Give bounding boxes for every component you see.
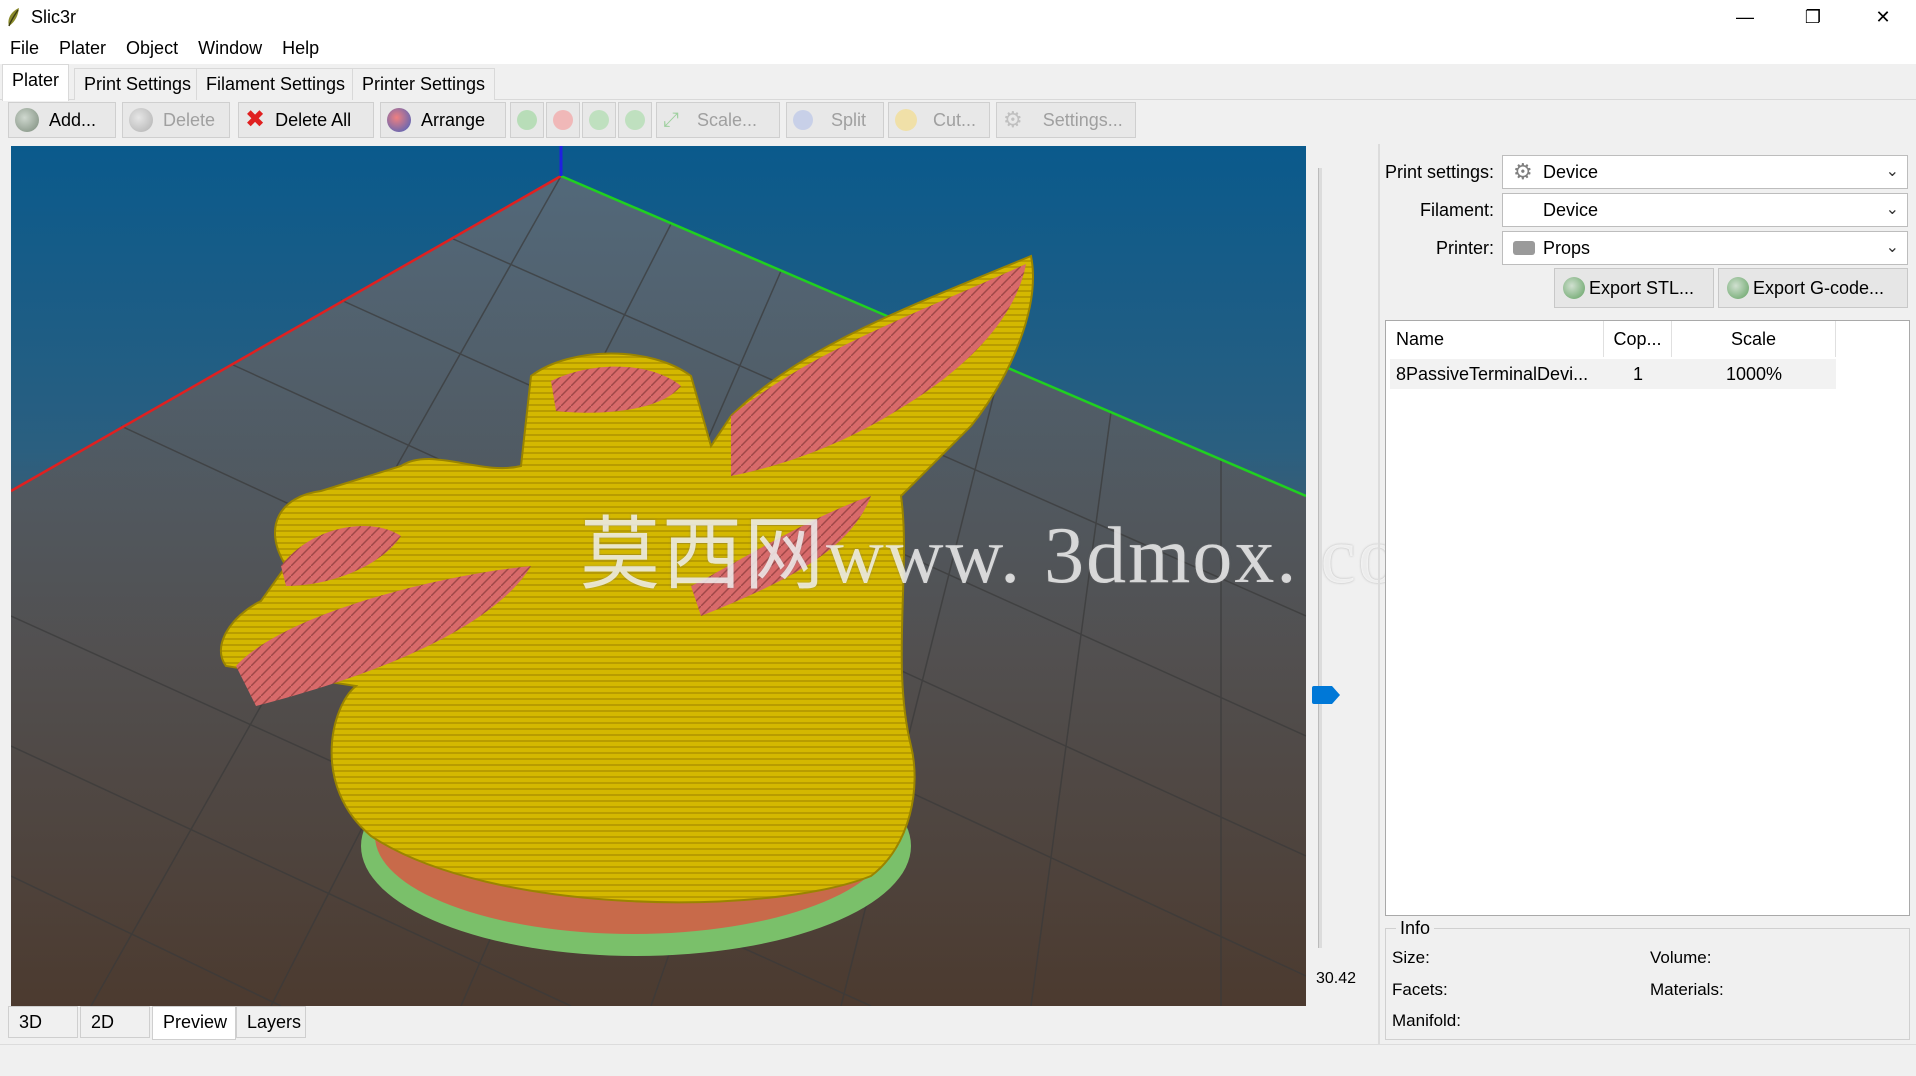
rotate-right-icon [625,110,645,130]
decrease-copies-button[interactable] [546,102,580,138]
rotate-left-button[interactable] [582,102,616,138]
tab-layers[interactable]: Layers [236,1006,306,1038]
rotate-right-button[interactable] [618,102,652,138]
minimize-button[interactable]: — [1710,0,1780,34]
close-icon: ✕ [1875,6,1891,27]
print-settings-label: Print settings: [1384,162,1494,182]
printer-label: Printer: [1435,238,1494,258]
column-copies[interactable]: Cop... [1604,321,1672,357]
scale-icon: ⤢ [663,108,679,131]
filament-label: Filament: [1419,200,1494,220]
add-object-icon [15,108,39,132]
export-gcode-button[interactable]: Export G-code... [1718,268,1908,308]
close-button[interactable]: ✕ [1848,0,1916,34]
delete-all-icon: ✖ [245,106,266,133]
layer-slider-track[interactable] [1318,168,1322,948]
delete-all-button[interactable]: ✖ Delete All [238,102,374,138]
main-tabs: Plater Print Settings Filament Settings … [0,64,1916,101]
split-button[interactable]: Split [786,102,884,138]
filament-icon [1513,199,1535,221]
export-stl-button[interactable]: Export STL... [1554,268,1714,308]
gear-icon: ⚙ [1003,107,1023,132]
object-name: 8PassiveTerminalDevi... [1390,359,1604,389]
delete-button[interactable]: Delete [122,102,230,138]
object-list[interactable]: Name Cop... Scale 8PassiveTerminalDevi..… [1385,320,1910,916]
tab-preview[interactable]: Preview [152,1006,236,1040]
info-size-label: Size: [1392,948,1430,967]
printer-select[interactable]: Props ⌄ [1502,231,1908,265]
info-panel [1385,928,1910,1040]
arrange-button[interactable]: Arrange [380,102,506,138]
layer-slider-handle[interactable] [1312,686,1340,704]
settings-button[interactable]: ⚙ Settings... [996,102,1136,138]
export-stl-icon [1563,277,1585,299]
object-scale: 1000% [1672,359,1836,389]
tab-printer-settings[interactable]: Printer Settings [352,68,496,100]
menu-file[interactable]: File [0,34,49,64]
filament-select[interactable]: Device ⌄ [1502,193,1908,227]
info-volume-label: Volume: [1650,948,1712,967]
minus-icon [553,110,573,130]
arrange-icon [387,108,411,132]
delete-object-icon [129,108,153,132]
panel-divider [1378,144,1380,1044]
status-bar [0,1044,1916,1076]
object-copies: 1 [1604,359,1672,389]
gear-icon: ⚙ [1513,159,1533,184]
tab-filament-settings[interactable]: Filament Settings [196,68,356,100]
info-materials-label: Materials: [1650,980,1724,999]
print-settings-select[interactable]: ⚙ Device ⌄ [1502,155,1908,189]
maximize-button[interactable]: ❐ [1778,0,1848,34]
chevron-down-icon: ⌄ [1885,239,1899,256]
info-facets-label: Facets: [1392,980,1448,999]
menu-object[interactable]: Object [116,34,188,64]
add-button[interactable]: Add... [8,102,116,138]
layer-height-readout: 30.42 [1316,970,1357,987]
increase-copies-button[interactable] [510,102,544,138]
slic3r-logo-icon [8,8,19,27]
menu-plater[interactable]: Plater [49,34,116,64]
plus-icon [517,110,537,130]
chevron-down-icon: ⌄ [1885,163,1899,180]
tab-2d[interactable]: 2D [80,1006,150,1038]
cut-icon [895,109,917,131]
menu-window[interactable]: Window [188,34,272,64]
watermark-text: 莫西网www. 3dmox. com [580,512,1465,600]
printer-icon [1513,241,1535,255]
restore-icon: ❐ [1804,6,1822,27]
column-scale[interactable]: Scale [1672,321,1836,357]
menu-help[interactable]: Help [272,34,329,64]
scale-button[interactable]: ⤢ Scale... [656,102,780,138]
minimize-icon: — [1736,6,1754,27]
cut-button[interactable]: Cut... [888,102,990,138]
chevron-down-icon: ⌄ [1885,201,1899,218]
info-title: Info [1396,918,1435,939]
tab-print-settings[interactable]: Print Settings [74,68,202,100]
export-gcode-icon [1727,277,1749,299]
window-title: Slic3r [31,7,77,27]
menu-bar: File Plater Object Window Help [0,34,1916,64]
split-icon [793,110,813,130]
column-name[interactable]: Name [1386,321,1604,357]
info-manifold-label: Manifold: [1392,1011,1461,1030]
rotate-left-icon [589,110,609,130]
title-bar: Slic3r — ❐ ✕ [0,0,1916,34]
tab-3d[interactable]: 3D [8,1006,78,1038]
tab-plater[interactable]: Plater [2,64,70,101]
